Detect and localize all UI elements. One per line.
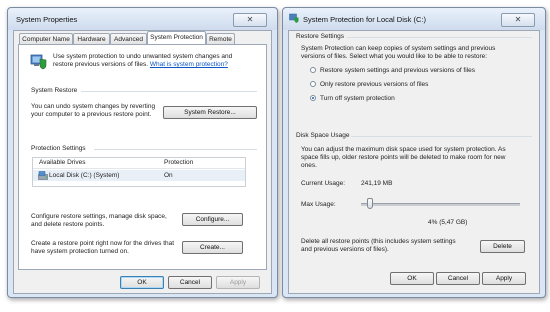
option-turn-off-protection-radio[interactable] bbox=[310, 95, 316, 101]
system-restore-button[interactable]: System Restore... bbox=[163, 106, 257, 119]
system-restore-group-label: System Restore bbox=[31, 87, 78, 94]
option-restore-settings-and-files-label[interactable]: Restore system settings and previous ver… bbox=[320, 67, 475, 75]
slider-track bbox=[361, 203, 520, 206]
close-button[interactable]: ✕ bbox=[501, 13, 535, 27]
system-protection-icon bbox=[30, 54, 47, 70]
configure-button[interactable]: Configure... bbox=[182, 213, 243, 226]
restore-description-line1: You can undo system changes by reverting bbox=[31, 103, 156, 110]
tab-remote[interactable]: Remote bbox=[206, 33, 235, 44]
window-title: System Protection for Local Disk (C:) bbox=[303, 15, 426, 24]
configure-description-line1: Configure restore settings, manage disk … bbox=[31, 213, 167, 220]
option-only-files-radio[interactable] bbox=[310, 81, 316, 87]
restore-settings-description-line2: versions of files. Select what you would… bbox=[301, 53, 488, 60]
delete-button[interactable]: Delete bbox=[480, 240, 525, 253]
tab-advanced[interactable]: Advanced bbox=[110, 33, 147, 44]
protection-settings-group-label: Protection Settings bbox=[31, 145, 86, 152]
ok-button[interactable]: OK bbox=[390, 272, 434, 285]
tab-label: Computer Name bbox=[22, 36, 70, 43]
cancel-button[interactable]: Cancel bbox=[436, 272, 480, 285]
title-bar[interactable]: System Protection for Local Disk (C:) ✕ bbox=[283, 8, 545, 30]
column-protection[interactable]: Protection bbox=[164, 159, 193, 167]
group-divider bbox=[94, 149, 257, 150]
current-usage-label: Current Usage: bbox=[301, 180, 346, 187]
close-button[interactable]: ✕ bbox=[233, 13, 267, 27]
intro-text-line1: Use system protection to undo unwanted s… bbox=[53, 53, 233, 60]
create-button[interactable]: Create... bbox=[182, 241, 243, 254]
close-icon: ✕ bbox=[246, 15, 254, 24]
drives-list-header: Available Drives Protection bbox=[33, 158, 245, 169]
window-title: System Properties bbox=[16, 15, 78, 24]
tab-label: Remote bbox=[209, 36, 232, 43]
slider-thumb[interactable] bbox=[367, 198, 373, 209]
max-usage-slider[interactable] bbox=[361, 198, 520, 210]
group-divider bbox=[347, 37, 532, 38]
drive-protection-status: On bbox=[164, 172, 173, 179]
drive-name: Local Disk (C:) (System) bbox=[49, 172, 120, 179]
tab-computer-name[interactable]: Computer Name bbox=[19, 33, 73, 44]
create-description-line2: have system protection turned on. bbox=[31, 248, 129, 255]
close-icon: ✕ bbox=[514, 15, 522, 24]
apply-button[interactable]: Apply bbox=[482, 272, 526, 285]
option-only-files-label[interactable]: Only restore previous versions of files bbox=[320, 81, 428, 89]
configure-description-line2: and delete restore points. bbox=[31, 221, 105, 228]
option-restore-settings-and-files-radio[interactable] bbox=[310, 67, 316, 73]
tab-label: Advanced bbox=[114, 36, 143, 43]
disk-description-line2: space fills up, older restore points wil… bbox=[301, 154, 506, 161]
cancel-button[interactable]: Cancel bbox=[168, 276, 212, 289]
group-divider bbox=[81, 91, 257, 92]
ok-button[interactable]: OK bbox=[120, 276, 164, 289]
system-protection-icon bbox=[289, 13, 299, 23]
disk-description-line3: ones. bbox=[301, 162, 317, 169]
disk-space-usage-group-label: Disk Space Usage bbox=[296, 132, 350, 139]
restore-settings-group-label: Restore Settings bbox=[296, 33, 345, 40]
restore-description-line2: your computer to a previous restore poin… bbox=[31, 111, 152, 118]
group-divider bbox=[351, 136, 532, 137]
tab-label: System Protection bbox=[150, 34, 203, 41]
option-turn-off-protection-label[interactable]: Turn off system protection bbox=[320, 95, 395, 103]
what-is-system-protection-link[interactable]: What is system protection? bbox=[150, 61, 228, 68]
tab-hardware[interactable]: Hardware bbox=[73, 33, 110, 44]
max-usage-label: Max Usage: bbox=[301, 201, 336, 208]
column-available-drives[interactable]: Available Drives bbox=[39, 159, 85, 167]
tab-system-protection[interactable]: System Protection bbox=[147, 31, 206, 45]
tab-label: Hardware bbox=[77, 36, 106, 43]
apply-button[interactable]: Apply bbox=[216, 276, 260, 289]
delete-description-line1: Delete all restore points (this includes… bbox=[301, 238, 456, 245]
delete-description-line2: and previous versions of files). bbox=[301, 246, 389, 253]
intro-text: restore previous versions of files. bbox=[53, 61, 149, 68]
disk-description-line1: You can adjust the maximum disk space us… bbox=[301, 146, 506, 153]
drives-list[interactable]: Available Drives Protection Local Disk (… bbox=[32, 157, 246, 187]
max-usage-value: 4% (5,47 GB) bbox=[428, 219, 468, 226]
title-bar[interactable]: System Properties ✕ bbox=[8, 8, 277, 30]
intro-text-line2: restore previous versions of files. What… bbox=[53, 61, 228, 69]
restore-settings-description-line1: System Protection can keep copies of sys… bbox=[301, 45, 496, 52]
create-description-line1: Create a restore point right now for the… bbox=[31, 240, 175, 247]
current-usage-value: 241,19 MB bbox=[361, 180, 393, 187]
hard-drive-icon bbox=[38, 171, 48, 180]
table-row[interactable]: Local Disk (C:) (System) On bbox=[33, 170, 245, 181]
